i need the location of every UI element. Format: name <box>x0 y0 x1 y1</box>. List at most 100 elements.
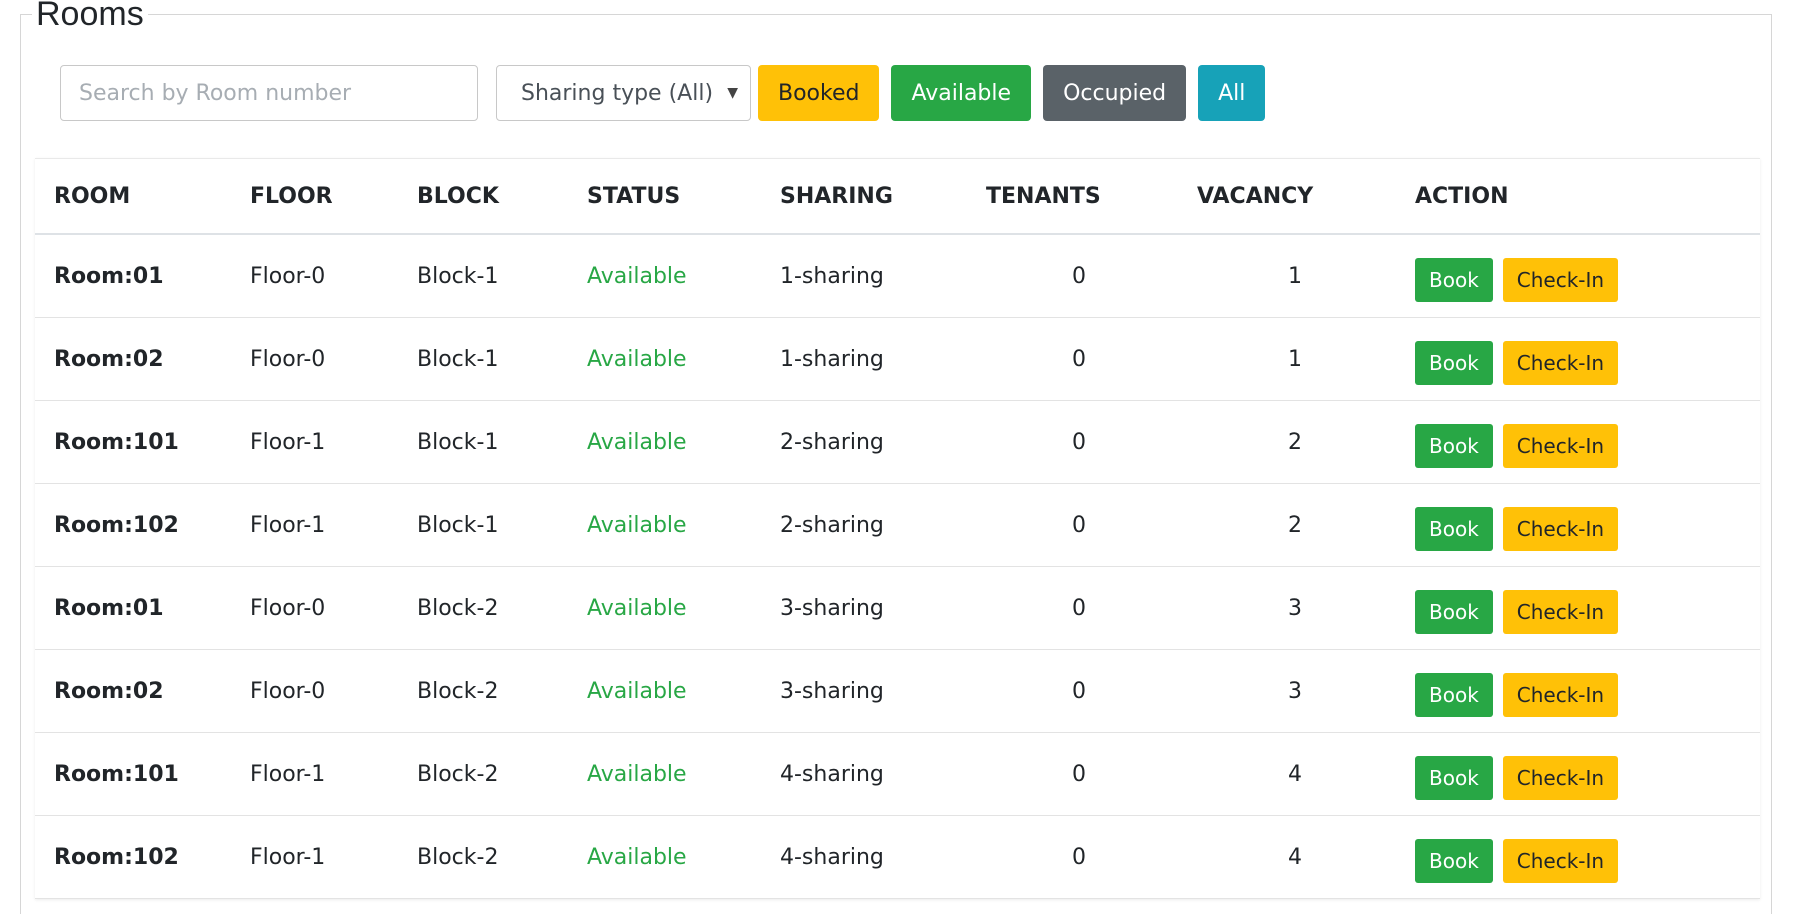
sharing-cell: 4-sharing <box>780 815 986 899</box>
block-cell: Block-2 <box>417 732 587 816</box>
floor-cell: Floor-0 <box>250 317 417 401</box>
status-cell: Available <box>587 815 780 899</box>
room-cell: Room:102 <box>35 815 250 899</box>
book-button[interactable]: Book <box>1415 590 1493 634</box>
vacancy-cell: 4 <box>1197 815 1415 899</box>
block-cell: Block-1 <box>417 483 587 567</box>
sharing-cell: 3-sharing <box>780 649 986 733</box>
status-cell: Available <box>587 483 780 567</box>
tenants-cell: 0 <box>986 732 1197 816</box>
header-room[interactable]: ROOM <box>35 159 250 235</box>
header-action: ACTION <box>1415 159 1760 235</box>
vacancy-cell: 1 <box>1197 317 1415 401</box>
floor-cell: Floor-1 <box>250 483 417 567</box>
header-vacancy[interactable]: VACANCY <box>1197 159 1415 235</box>
status-cell: Available <box>587 234 780 318</box>
action-cell: Book Check-In <box>1415 815 1760 899</box>
floor-cell: Floor-1 <box>250 400 417 484</box>
action-cell: Book Check-In <box>1415 317 1760 401</box>
vacancy-cell: 3 <box>1197 566 1415 650</box>
book-button[interactable]: Book <box>1415 839 1493 883</box>
room-cell: Room:02 <box>35 649 250 733</box>
table-row: Room:101 Floor-1 Block-1 Available 2-sharing… <box>35 400 1760 484</box>
action-cell: Book Check-In <box>1415 566 1760 650</box>
room-cell: Room:01 <box>35 566 250 650</box>
room-cell: Room:102 <box>35 483 250 567</box>
filter-available-button[interactable]: Available <box>891 65 1032 121</box>
status-cell: Available <box>587 317 780 401</box>
floor-cell: Floor-0 <box>250 234 417 318</box>
tenants-cell: 0 <box>986 815 1197 899</box>
tenants-cell: 0 <box>986 317 1197 401</box>
check-in-button[interactable]: Check-In <box>1502 756 1619 800</box>
chevron-down-icon: ▼ <box>727 85 738 101</box>
block-cell: Block-1 <box>417 234 587 318</box>
floor-cell: Floor-1 <box>250 732 417 816</box>
sharing-cell: 4-sharing <box>780 732 986 816</box>
sharing-type-select[interactable]: Sharing type (All) ▼ <box>496 65 751 121</box>
block-cell: Block-2 <box>417 649 587 733</box>
header-block[interactable]: BLOCK <box>417 159 587 235</box>
check-in-button[interactable]: Check-In <box>1502 673 1619 717</box>
check-in-button[interactable]: Check-In <box>1502 258 1619 302</box>
tenants-cell: 0 <box>986 649 1197 733</box>
action-cell: Book Check-In <box>1415 649 1760 733</box>
room-cell: Room:01 <box>35 234 250 318</box>
table-header-row: ROOM FLOOR BLOCK STATUS SHARING TENANTS … <box>35 159 1760 235</box>
table-row: Room:101 Floor-1 Block-2 Available 4-sharing… <box>35 732 1760 816</box>
table-row: Room:02 Floor-0 Block-1 Available 1-sharing 0… <box>35 317 1760 401</box>
filter-booked-button[interactable]: Booked <box>758 65 880 121</box>
sharing-cell: 3-sharing <box>780 566 986 650</box>
vacancy-cell: 1 <box>1197 234 1415 318</box>
action-cell: Book Check-In <box>1415 234 1760 318</box>
floor-cell: Floor-0 <box>250 566 417 650</box>
table-row: Room:102 Floor-1 Block-1 Available 2-sharing… <box>35 483 1760 567</box>
sharing-cell: 1-sharing <box>780 234 986 318</box>
status-cell: Available <box>587 732 780 816</box>
table-row: Room:01 Floor-0 Block-1 Available 1-sharing 0… <box>35 234 1760 318</box>
search-input[interactable] <box>60 65 478 121</box>
rooms-table: ROOM FLOOR BLOCK STATUS SHARING TENANTS … <box>35 159 1760 899</box>
book-button[interactable]: Book <box>1415 673 1493 717</box>
block-cell: Block-2 <box>417 815 587 899</box>
header-sharing[interactable]: SHARING <box>780 159 986 235</box>
filter-occupied-button[interactable]: Occupied <box>1043 65 1187 121</box>
header-tenants[interactable]: TENANTS <box>986 159 1197 235</box>
sharing-cell: 2-sharing <box>780 483 986 567</box>
action-cell: Book Check-In <box>1415 483 1760 567</box>
header-floor[interactable]: FLOOR <box>250 159 417 235</box>
check-in-button[interactable]: Check-In <box>1502 590 1619 634</box>
room-cell: Room:02 <box>35 317 250 401</box>
book-button[interactable]: Book <box>1415 341 1493 385</box>
vacancy-cell: 3 <box>1197 649 1415 733</box>
sharing-type-value: Sharing type (All) <box>521 80 714 106</box>
book-button[interactable]: Book <box>1415 756 1493 800</box>
check-in-button[interactable]: Check-In <box>1502 839 1619 883</box>
book-button[interactable]: Book <box>1415 258 1493 302</box>
room-cell: Room:101 <box>35 732 250 816</box>
tenants-cell: 0 <box>986 400 1197 484</box>
vacancy-cell: 2 <box>1197 483 1415 567</box>
block-cell: Block-2 <box>417 566 587 650</box>
status-cell: Available <box>587 566 780 650</box>
block-cell: Block-1 <box>417 317 587 401</box>
book-button[interactable]: Book <box>1415 507 1493 551</box>
tenants-cell: 0 <box>986 483 1197 567</box>
tenants-cell: 0 <box>986 234 1197 318</box>
floor-cell: Floor-0 <box>250 649 417 733</box>
vacancy-cell: 2 <box>1197 400 1415 484</box>
filter-toolbar: Sharing type (All) ▼ Booked Available Oc… <box>60 65 1266 121</box>
table-row: Room:102 Floor-1 Block-2 Available 4-sharing… <box>35 815 1760 899</box>
table-row: Room:01 Floor-0 Block-2 Available 3-sharing 0… <box>35 566 1760 650</box>
page-title: Rooms <box>32 0 148 34</box>
table-row: Room:02 Floor-0 Block-2 Available 3-sharing 0… <box>35 649 1760 733</box>
check-in-button[interactable]: Check-In <box>1502 507 1619 551</box>
filter-all-button[interactable]: All <box>1198 65 1266 121</box>
room-cell: Room:101 <box>35 400 250 484</box>
header-status[interactable]: STATUS <box>587 159 780 235</box>
floor-cell: Floor-1 <box>250 815 417 899</box>
tenants-cell: 0 <box>986 566 1197 650</box>
check-in-button[interactable]: Check-In <box>1502 424 1619 468</box>
check-in-button[interactable]: Check-In <box>1502 341 1619 385</box>
book-button[interactable]: Book <box>1415 424 1493 468</box>
